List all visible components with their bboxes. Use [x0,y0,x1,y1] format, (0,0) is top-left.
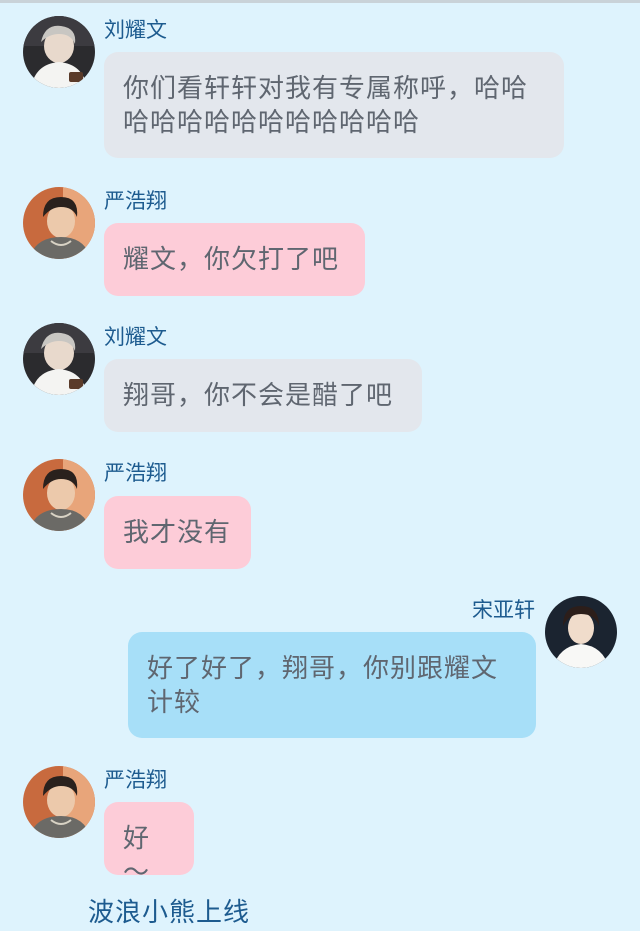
message-text: 耀文，你欠打了吧 [123,245,340,275]
message-bubble: 你们看轩轩对我有专属称呼，哈哈哈哈哈哈哈哈哈哈哈哈哈 [104,52,564,158]
message-text: 我才没有 [123,518,232,548]
message-bubble: 耀文，你欠打了吧 [104,223,365,296]
message-bubble: 我才没有 [104,496,251,569]
message-text: 好～ [123,824,151,888]
sender-name: 严浩翔 [104,189,167,213]
sender-name: 宋亚轩 [472,598,535,622]
message-bubble: 好～ [104,802,194,888]
message-text: 翔哥，你不会是醋了吧 [123,381,394,411]
message-text: 好了好了，翔哥，你别跟耀文计较 [147,654,499,718]
sender-name: 刘耀文 [104,325,167,349]
message-bubble: 翔哥，你不会是醋了吧 [104,359,422,432]
avatar-yan-haoxiang[interactable] [23,459,95,531]
message-text: 你们看轩轩对我有专属称呼，哈哈哈哈哈哈哈哈哈哈哈哈哈 [123,74,529,138]
avatar-yan-haoxiang[interactable] [23,766,95,838]
avatar-song-yaxuan[interactable] [545,596,617,668]
sender-name: 严浩翔 [104,461,167,485]
footer-caption: 波浪小熊上线 [88,898,251,928]
top-divider [0,0,640,3]
message-bubble: 好了好了，翔哥，你别跟耀文计较 [128,632,536,738]
sender-name: 严浩翔 [104,768,167,792]
avatar-liu-yaowen[interactable] [23,323,95,395]
avatar-liu-yaowen[interactable] [23,16,95,88]
avatar-yan-haoxiang[interactable] [23,187,95,259]
sender-name: 刘耀文 [104,18,167,42]
